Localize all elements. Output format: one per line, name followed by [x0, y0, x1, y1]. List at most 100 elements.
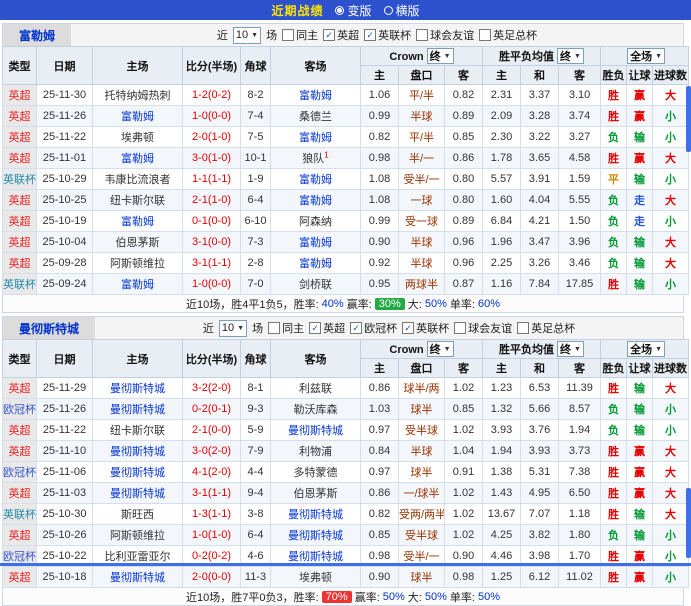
home-team-name[interactable]: 阿斯顿维拉 [110, 258, 165, 270]
away-team-name[interactable]: 剑桥联 [299, 279, 332, 291]
cell-home-team[interactable]: 斯旺西 [92, 503, 183, 525]
cell-away-team[interactable]: 埃弗顿 [270, 566, 361, 588]
checkbox-icon[interactable] [282, 29, 295, 41]
away-team-name[interactable]: 富勒姆 [299, 237, 332, 249]
crown-odds-stage-select[interactable]: 终 ▼ [426, 48, 454, 64]
cell-home-team[interactable]: 曼彻斯特城 [92, 566, 183, 588]
league-filter-checkbox[interactable]: 英足总杯 [517, 320, 575, 336]
cell-away-team[interactable]: 多特蒙德 [270, 461, 361, 483]
league-filter-checkbox[interactable]: ✓ 英联杯 [402, 320, 449, 336]
home-team-name[interactable]: 富勒姆 [121, 111, 154, 123]
checkbox-icon[interactable] [479, 29, 492, 41]
away-team-name[interactable]: 埃弗顿 [299, 572, 332, 584]
cell-home-team[interactable]: 富勒姆 [92, 105, 183, 127]
cell-home-team[interactable]: 托特纳姆热刺 [92, 84, 183, 106]
cell-away-team[interactable]: 阿森纳 [270, 210, 361, 232]
radio-icon[interactable] [383, 5, 393, 15]
away-team-name[interactable]: 多特蒙德 [294, 467, 338, 479]
league-filter-checkbox[interactable]: ✓ 欧冠杯 [350, 320, 397, 336]
cell-away-team[interactable]: 富勒姆 [270, 231, 361, 253]
league-filter-checkbox[interactable]: 球会友谊 [416, 27, 474, 43]
away-team-name[interactable]: 利物浦 [299, 446, 332, 458]
home-team-name[interactable]: 阿斯顿维拉 [110, 530, 165, 542]
home-team-name[interactable]: 比利亚雷亚尔 [105, 551, 171, 563]
cell-away-team[interactable]: 利兹联 [270, 377, 361, 399]
home-team-name[interactable]: 曼彻斯特城 [110, 467, 165, 479]
checkbox-icon[interactable] [454, 322, 467, 334]
home-team-name[interactable]: 伯恩茅斯 [116, 237, 160, 249]
cell-home-team[interactable]: 富勒姆 [92, 273, 183, 295]
vertical-scrollbar-thumb-top[interactable] [686, 86, 691, 152]
checkbox-icon[interactable]: ✓ [350, 322, 363, 334]
checkbox-icon[interactable] [416, 29, 429, 41]
away-team-name[interactable]: 富勒姆 [299, 132, 332, 144]
cell-away-team[interactable]: 曼彻斯特城 [270, 524, 361, 546]
home-team-name[interactable]: 斯旺西 [121, 509, 154, 521]
checkbox-icon[interactable]: ✓ [323, 29, 336, 41]
scope-select[interactable]: 全场 ▼ [627, 48, 666, 64]
home-team-name[interactable]: 富勒姆 [121, 279, 154, 291]
home-team-name[interactable]: 纽卡斯尔联 [110, 425, 165, 437]
cell-home-team[interactable]: 纽卡斯尔联 [92, 419, 183, 441]
checkbox-icon[interactable]: ✓ [309, 322, 322, 334]
cell-away-team[interactable]: 剑桥联 [270, 273, 361, 295]
recent-count-select[interactable]: 10 ▼ [218, 319, 248, 337]
checkbox-icon[interactable] [517, 322, 530, 334]
home-team-name[interactable]: 埃弗顿 [121, 132, 154, 144]
cell-home-team[interactable]: 曼彻斯特城 [92, 440, 183, 462]
vertical-scrollbar-thumb-bottom[interactable] [686, 488, 691, 558]
checkbox-icon[interactable]: ✓ [364, 29, 377, 41]
home-team-name[interactable]: 曼彻斯特城 [110, 572, 165, 584]
cell-home-team[interactable]: 阿斯顿维拉 [92, 252, 183, 274]
cell-home-team[interactable]: 曼彻斯特城 [92, 377, 183, 399]
league-filter-checkbox[interactable]: 同主 [282, 27, 318, 43]
cell-home-team[interactable]: 曼彻斯特城 [92, 482, 183, 504]
away-team-name[interactable]: 利兹联 [299, 383, 332, 395]
away-team-name[interactable]: 阿森纳 [299, 216, 332, 228]
crown-odds-stage-select[interactable]: 终 ▼ [426, 341, 454, 357]
home-team-name[interactable]: 曼彻斯特城 [110, 488, 165, 500]
away-team-name[interactable]: 曼彻斯特城 [288, 425, 343, 437]
cell-away-team[interactable]: 富勒姆 [270, 126, 361, 148]
league-filter-checkbox[interactable]: ✓ 英超 [309, 320, 345, 336]
home-team-name[interactable]: 托特纳姆热刺 [105, 90, 171, 102]
home-team-name[interactable]: 曼彻斯特城 [110, 446, 165, 458]
cell-away-team[interactable]: 富勒姆 [270, 84, 361, 106]
radio-icon[interactable] [335, 5, 345, 15]
home-team-name[interactable]: 曼彻斯特城 [110, 383, 165, 395]
league-filter-checkbox[interactable]: ✓ 英联杯 [364, 27, 411, 43]
cell-away-team[interactable]: 狼队1 [270, 147, 361, 169]
away-team-name[interactable]: 富勒姆 [299, 258, 332, 270]
away-team-name[interactable]: 勒沃库森 [294, 404, 338, 416]
cell-away-team[interactable]: 富勒姆 [270, 252, 361, 274]
cell-away-team[interactable]: 利物浦 [270, 440, 361, 462]
cell-home-team[interactable]: 富勒姆 [92, 210, 183, 232]
league-filter-checkbox[interactable]: ✓ 英超 [323, 27, 359, 43]
away-team-name[interactable]: 富勒姆 [299, 174, 332, 186]
home-team-name[interactable]: 韦康比流浪者 [105, 174, 171, 186]
away-team-name[interactable]: 伯恩茅斯 [294, 488, 338, 500]
away-team-name[interactable]: 富勒姆 [299, 90, 332, 102]
avg-odds-stage-select[interactable]: 终 ▼ [557, 341, 584, 357]
cell-home-team[interactable]: 纽卡斯尔联 [92, 189, 183, 211]
away-team-name[interactable]: 桑德兰 [299, 111, 332, 123]
cell-away-team[interactable]: 曼彻斯特城 [270, 503, 361, 525]
recent-count-select[interactable]: 10 ▼ [232, 26, 262, 44]
scope-select[interactable]: 全场 ▼ [627, 341, 666, 357]
checkbox-icon[interactable]: ✓ [402, 322, 415, 334]
cell-away-team[interactable]: 曼彻斯特城 [270, 419, 361, 441]
away-team-name[interactable]: 富勒姆 [299, 195, 332, 207]
cell-home-team[interactable]: 富勒姆 [92, 147, 183, 169]
away-team-name[interactable]: 曼彻斯特城 [288, 509, 343, 521]
away-team-name[interactable]: 狼队 [302, 153, 324, 165]
cell-home-team[interactable]: 埃弗顿 [92, 126, 183, 148]
home-team-name[interactable]: 纽卡斯尔联 [110, 195, 165, 207]
home-team-name[interactable]: 富勒姆 [121, 153, 154, 165]
cell-home-team[interactable]: 曼彻斯特城 [92, 398, 183, 420]
cell-away-team[interactable]: 富勒姆 [270, 189, 361, 211]
cell-home-team[interactable]: 曼彻斯特城 [92, 461, 183, 483]
avg-odds-stage-select[interactable]: 终 ▼ [557, 48, 584, 64]
mode-option-bianban[interactable]: 变版 [335, 2, 372, 19]
cell-home-team[interactable]: 伯恩茅斯 [92, 231, 183, 253]
league-filter-checkbox[interactable]: 球会友谊 [454, 320, 512, 336]
